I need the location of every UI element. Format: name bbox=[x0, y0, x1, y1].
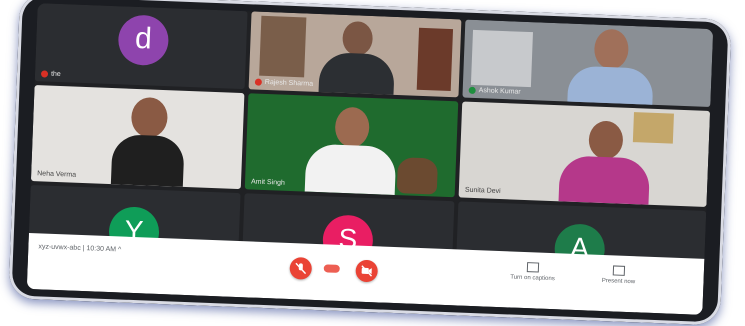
window-image bbox=[470, 29, 533, 88]
participant-tile-video[interactable]: Amit Singh bbox=[244, 93, 459, 198]
participant-name: Sunita Devi bbox=[464, 186, 501, 196]
participant-name: Rajesh Sharma bbox=[254, 78, 313, 88]
participant-body bbox=[110, 134, 185, 187]
participant-name: Ashok Kumar bbox=[468, 86, 521, 96]
participant-name: Neha Verma bbox=[37, 170, 77, 179]
participant-head bbox=[130, 96, 169, 139]
participant-tile-video[interactable]: Sunita Devi bbox=[458, 101, 711, 207]
mic-off-icon bbox=[468, 86, 476, 95]
mic-toggle-button[interactable] bbox=[289, 257, 313, 280]
mic-off-icon bbox=[295, 262, 307, 275]
captions-icon bbox=[526, 262, 540, 273]
participant-tile-video[interactable]: Rajesh Sharma bbox=[248, 11, 462, 98]
camera-off-icon bbox=[361, 265, 373, 277]
avatar: d bbox=[117, 14, 170, 67]
participant-tile-d[interactable]: d the bbox=[34, 3, 248, 90]
participant-body bbox=[304, 143, 397, 195]
present-icon bbox=[612, 265, 626, 276]
end-call-button[interactable] bbox=[323, 264, 340, 273]
door-image bbox=[416, 27, 454, 92]
participant-name: the bbox=[40, 70, 61, 78]
participant-tile-video[interactable]: Ashok Kumar bbox=[462, 19, 714, 108]
present-now-button[interactable]: Present now bbox=[593, 265, 644, 286]
camera-toggle-button[interactable] bbox=[355, 259, 379, 283]
participant-tile-video[interactable]: Neha Verma bbox=[30, 85, 245, 190]
participant-head bbox=[588, 120, 624, 160]
participant-head bbox=[593, 28, 630, 70]
participant-body bbox=[567, 65, 654, 108]
mic-off-icon bbox=[40, 70, 49, 78]
wall-shelf-image bbox=[259, 15, 307, 78]
participant-head bbox=[341, 20, 374, 56]
meeting-details[interactable]: xyz-uvwx-abc | 10:30 AM ^ bbox=[38, 243, 121, 253]
participant-body bbox=[558, 155, 651, 205]
participant-body bbox=[318, 52, 396, 98]
meeting-window: d the Rajesh Sharma Ashok Kumar Neha Ver… bbox=[26, 3, 714, 315]
participant-head bbox=[334, 106, 370, 148]
wall-picture bbox=[632, 112, 674, 144]
captions-button[interactable]: Turn on captions bbox=[507, 261, 558, 282]
mic-off-icon bbox=[254, 78, 262, 86]
dog-image bbox=[396, 157, 439, 195]
device-frame: d the Rajesh Sharma Ashok Kumar Neha Ver… bbox=[8, 0, 732, 326]
participant-name: Amit Singh bbox=[250, 178, 286, 187]
